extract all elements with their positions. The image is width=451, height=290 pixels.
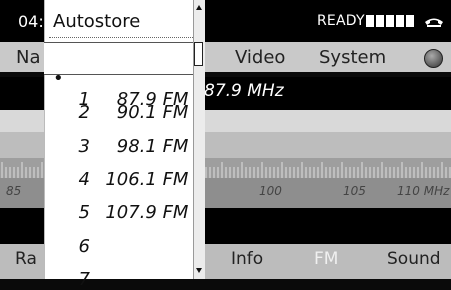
dropdown-title: Autostore: [53, 11, 141, 32]
signal-strength-icon: [366, 15, 418, 27]
preset-number: 7: [78, 269, 90, 290]
menu-item-navi[interactable]: Na: [16, 47, 41, 68]
menu-item-video[interactable]: Video: [235, 47, 285, 68]
preset-item[interactable]: 7: [55, 248, 188, 290]
menu-item-system[interactable]: System: [319, 47, 386, 68]
scale-label: 100: [259, 184, 282, 198]
scale-label: 105: [343, 184, 366, 198]
scale-label: 110 MHz: [397, 184, 450, 198]
bottom-item-fm[interactable]: FM: [314, 249, 338, 269]
scale-label: 85: [6, 184, 22, 198]
phone-hangup-icon: [425, 18, 443, 27]
globe-icon[interactable]: [424, 49, 443, 68]
clock: 04:: [18, 12, 44, 31]
dropdown-separator: [49, 37, 193, 38]
scrollbar-thumb[interactable]: [194, 42, 203, 66]
bottom-item-sound[interactable]: Sound: [387, 249, 441, 269]
bottom-item-info[interactable]: Info: [231, 249, 263, 269]
current-frequency: 87.9 MHz: [204, 81, 284, 101]
ready-status: READY: [317, 13, 365, 29]
scroll-down-arrow-icon[interactable]: [196, 268, 202, 273]
bottom-item-radio[interactable]: Ra: [15, 249, 37, 269]
scroll-up-arrow-icon[interactable]: [196, 5, 202, 10]
